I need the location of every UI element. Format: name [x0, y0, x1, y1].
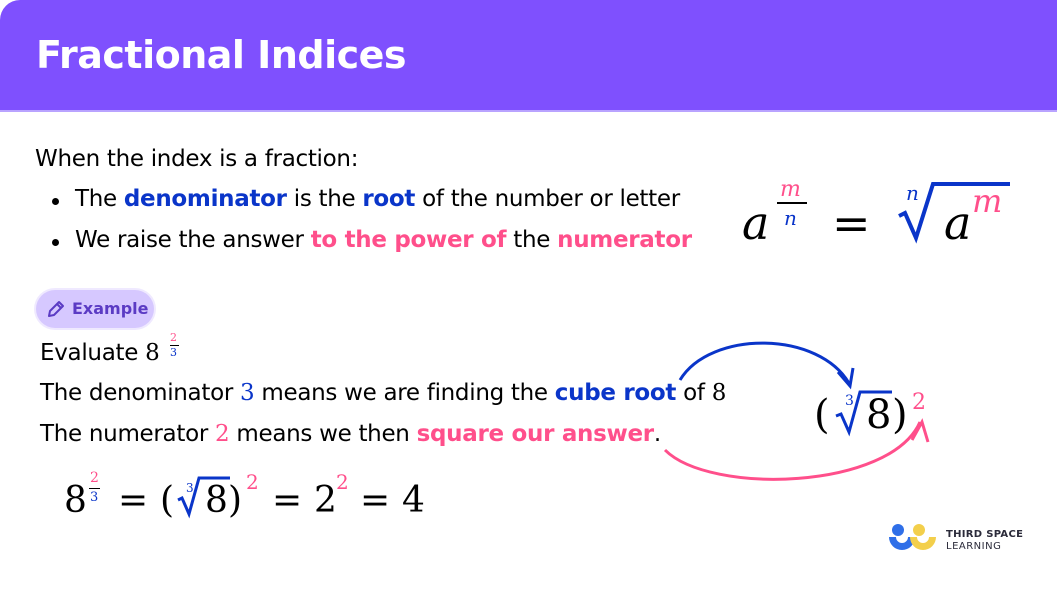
close-paren: )	[228, 480, 243, 521]
close-paren: )	[892, 392, 908, 438]
evaluate-line: Evaluate 8	[40, 340, 160, 366]
open-paren: (	[160, 480, 175, 521]
logo-wordmark: THIRD SPACE LEARNING	[946, 529, 1024, 552]
formula-equals: =	[832, 196, 871, 250]
working-base: 8	[64, 480, 87, 521]
formula-denominator: n	[784, 206, 797, 230]
bullet-numerator: We raise the answer to the power of the …	[75, 227, 692, 253]
base-two: 2	[314, 480, 337, 521]
working-denominator: 3	[90, 490, 99, 505]
open-paren: (	[814, 392, 830, 438]
header-banner: Fractional Indices	[0, 0, 1057, 112]
fraction-bar	[777, 202, 807, 204]
bullet-denominator: The denominator is the root of the numbe…	[75, 186, 680, 212]
power: 2	[336, 470, 349, 494]
blue-arrow-icon	[678, 341, 852, 386]
power: 2	[912, 390, 926, 415]
numerator-explanation: The numerator 2 means we then square our…	[40, 421, 661, 447]
evaluate-denominator: 3	[170, 346, 177, 359]
radicand: 8	[205, 480, 228, 521]
equals-sign: =	[118, 480, 149, 521]
third-space-learning-logo-icon	[889, 524, 936, 550]
formula-numerator: m	[780, 177, 801, 202]
page-title: Fractional Indices	[36, 33, 407, 77]
power: 2	[246, 470, 259, 494]
result: 4	[402, 480, 425, 521]
fraction-bar	[89, 488, 100, 489]
equals-sign: =	[272, 480, 303, 521]
example-badge: Example	[36, 290, 154, 328]
equals-sign: =	[360, 480, 391, 521]
formula-base: a	[742, 196, 770, 250]
working-numerator: 2	[90, 470, 99, 486]
bullet-icon	[52, 198, 59, 205]
formula-radicand: a	[944, 196, 972, 250]
denominator-explanation: The denominator 3 means we are finding t…	[40, 380, 727, 406]
bullet-icon	[52, 239, 59, 246]
intro-lead: When the index is a fraction:	[35, 146, 359, 172]
evaluate-numerator: 2	[170, 331, 177, 344]
formula-power: m	[972, 182, 1003, 220]
radicand: 8	[866, 392, 892, 438]
pencil-icon	[48, 301, 64, 317]
